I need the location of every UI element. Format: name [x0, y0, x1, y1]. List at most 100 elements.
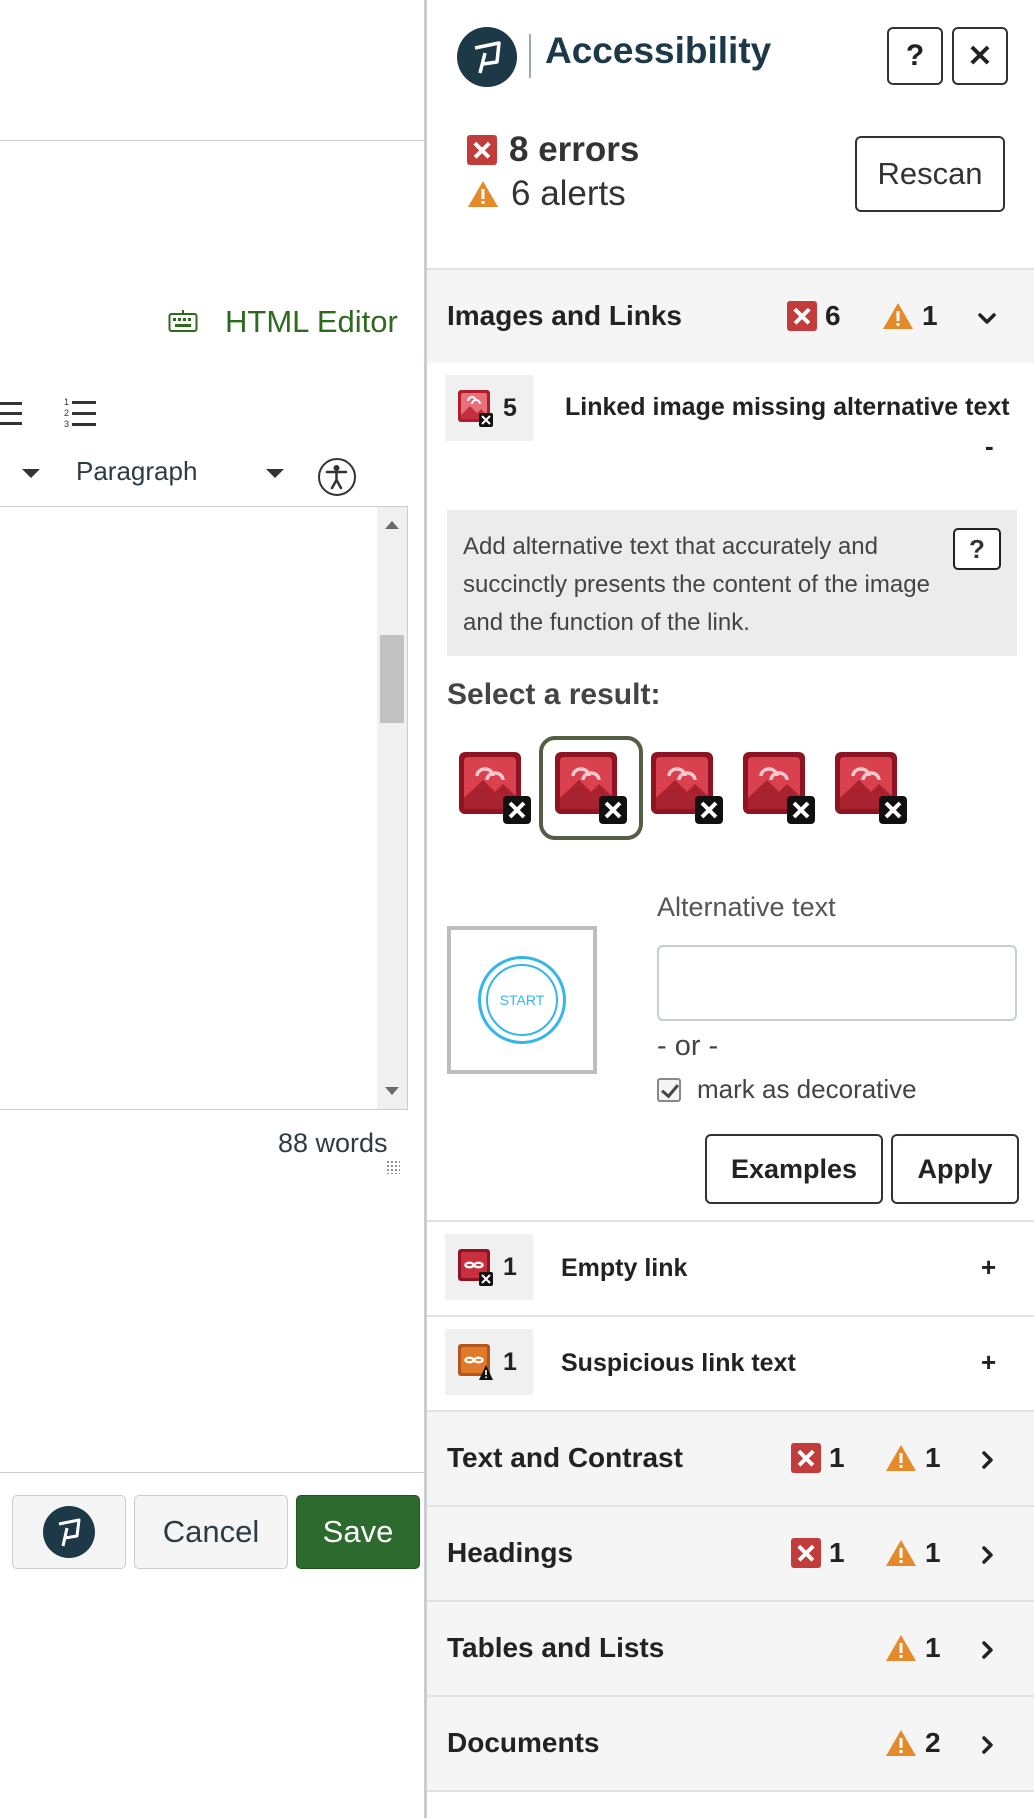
- logo-icon: [457, 27, 517, 87]
- block-format-dropdown-caret[interactable]: [266, 469, 284, 478]
- issue-description-text: Add alternative text that accurately and…: [463, 533, 930, 636]
- accessibility-checker-icon[interactable]: [318, 458, 356, 496]
- section-alert-count: 1: [925, 1632, 941, 1663]
- alert-count: 6 alerts: [511, 174, 626, 213]
- mark-decorative-option[interactable]: mark as decorative: [657, 1074, 917, 1105]
- section-divider: [427, 1790, 1034, 1792]
- error-icon: [787, 301, 817, 331]
- error-count: 8 errors: [509, 130, 640, 169]
- section-name: Images and Links: [447, 300, 682, 331]
- section-alert-count: 1: [922, 300, 938, 331]
- section-text-and-contrast[interactable]: Text and Contrast 1 1: [427, 1410, 1034, 1505]
- accessibility-panel: Accessibility ? ✕ 8 errors 6 alerts Resc…: [424, 0, 1034, 1818]
- issue-summary: 8 errors 6 alerts: [467, 128, 639, 216]
- issue-suspicious-link-text[interactable]: 1 Suspicious link text +: [431, 1317, 1032, 1409]
- section-name: Text and Contrast: [447, 1442, 683, 1473]
- section-error-count: 1: [829, 1442, 845, 1473]
- issue-icon-box: 5: [445, 375, 533, 441]
- result-4-image-link-error-icon[interactable]: [741, 750, 817, 826]
- html-editor-label: HTML Editor: [225, 304, 398, 339]
- link-alert-icon: [458, 1344, 493, 1380]
- section-name: Tables and Lists: [447, 1632, 665, 1663]
- font-size-dropdown-caret[interactable]: [22, 469, 40, 478]
- error-icon: [467, 135, 497, 165]
- rescan-button[interactable]: Rescan: [855, 136, 1005, 212]
- start-badge-text: START: [486, 964, 558, 1036]
- section-alert-count: 1: [925, 1537, 941, 1568]
- issue-description: Add alternative text that accurately and…: [447, 510, 1017, 656]
- chevron-right-icon: [982, 1451, 993, 1469]
- issue-title: Empty link: [561, 1254, 688, 1282]
- help-button[interactable]: ?: [887, 27, 943, 85]
- chevron-right-icon: [982, 1641, 993, 1659]
- error-icon: [791, 1443, 821, 1473]
- alt-text-input[interactable]: [657, 945, 1017, 1021]
- issue-count: 5: [503, 393, 517, 422]
- issue-title: Suspicious link text: [561, 1349, 796, 1377]
- section-alert-count: 1: [925, 1442, 941, 1473]
- image-link-error-icon: [458, 390, 493, 427]
- issue-icon-box: 1: [445, 1234, 533, 1300]
- section-tables-and-lists[interactable]: Tables and Lists 1: [427, 1600, 1034, 1695]
- scroll-up-arrow[interactable]: [385, 521, 399, 529]
- issue-empty-link[interactable]: 1 Empty link +: [431, 1222, 1032, 1314]
- alert-icon: [886, 1730, 916, 1756]
- alt-text-label: Alternative text: [657, 892, 836, 922]
- rich-content-editor: HTML Editor 1 2 3 Paragraph 88 words Can…: [0, 0, 424, 1818]
- alert-icon: [886, 1540, 916, 1566]
- close-button[interactable]: ✕: [952, 27, 1008, 85]
- chevron-right-icon: [982, 1546, 993, 1564]
- chevron-right-icon: [982, 1736, 993, 1754]
- editor-toolbar: 1 2 3: [0, 393, 98, 433]
- result-2-image-link-error-icon[interactable]: [539, 736, 643, 840]
- editor-scrollbar[interactable]: [377, 507, 407, 1109]
- svg-text:3: 3: [64, 419, 69, 429]
- accessibility-logo-button[interactable]: [12, 1495, 126, 1569]
- logo-icon: [43, 1506, 95, 1558]
- apply-button[interactable]: Apply: [891, 1134, 1019, 1204]
- cancel-button[interactable]: Cancel: [134, 1495, 288, 1569]
- start-badge-image: START: [478, 956, 566, 1044]
- examples-button[interactable]: Examples: [705, 1134, 883, 1204]
- resize-handle[interactable]: [386, 1160, 400, 1174]
- result-3-image-link-error-icon[interactable]: [649, 750, 725, 826]
- help-button[interactable]: ?: [953, 528, 1001, 570]
- image-preview: START: [447, 926, 597, 1074]
- section-error-count: 6: [825, 300, 841, 331]
- error-icon: [791, 1538, 821, 1568]
- numbered-list-icon[interactable]: 1 2 3: [64, 396, 98, 430]
- bullet-list-icon[interactable]: [0, 396, 26, 430]
- svg-text:2: 2: [64, 408, 69, 418]
- section-documents[interactable]: Documents 2: [427, 1695, 1034, 1790]
- result-1-image-link-error-icon[interactable]: [457, 750, 533, 826]
- word-count: 88 words: [278, 1128, 388, 1158]
- decorative-checkbox[interactable]: [657, 1077, 681, 1102]
- editor-content-area[interactable]: [0, 506, 408, 1110]
- link-error-icon: [458, 1249, 493, 1286]
- html-editor-toggle[interactable]: HTML Editor: [168, 300, 398, 344]
- title-separator: [529, 34, 531, 78]
- section-alert-count: 2: [925, 1727, 941, 1758]
- keyboard-icon: [168, 310, 198, 332]
- save-button[interactable]: Save: [296, 1495, 420, 1569]
- block-format-select[interactable]: Paragraph: [76, 456, 197, 487]
- collapse-toggle[interactable]: -: [985, 431, 994, 462]
- decorative-label: mark as decorative: [697, 1074, 917, 1104]
- alert-icon: [886, 1635, 916, 1661]
- result-5-image-link-error-icon[interactable]: [833, 750, 909, 826]
- expand-toggle[interactable]: +: [981, 1252, 996, 1283]
- alert-icon: [883, 303, 913, 329]
- block-format-bar: Paragraph: [0, 452, 424, 496]
- editor-top-divider: [0, 140, 424, 141]
- or-separator: - or -: [657, 1030, 719, 1062]
- scroll-thumb[interactable]: [380, 635, 404, 723]
- alert-icon: [886, 1445, 916, 1471]
- chevron-down-icon: [978, 313, 996, 324]
- expand-toggle[interactable]: +: [981, 1347, 996, 1378]
- issue-count: 1: [503, 1347, 517, 1376]
- issue-title[interactable]: Linked image missing alternative text: [565, 393, 1010, 422]
- section-images-and-links[interactable]: Images and Links 6 1: [427, 268, 1034, 363]
- section-headings[interactable]: Headings 1 1: [427, 1505, 1034, 1600]
- scroll-down-arrow[interactable]: [385, 1087, 399, 1095]
- section-name: Headings: [447, 1537, 574, 1568]
